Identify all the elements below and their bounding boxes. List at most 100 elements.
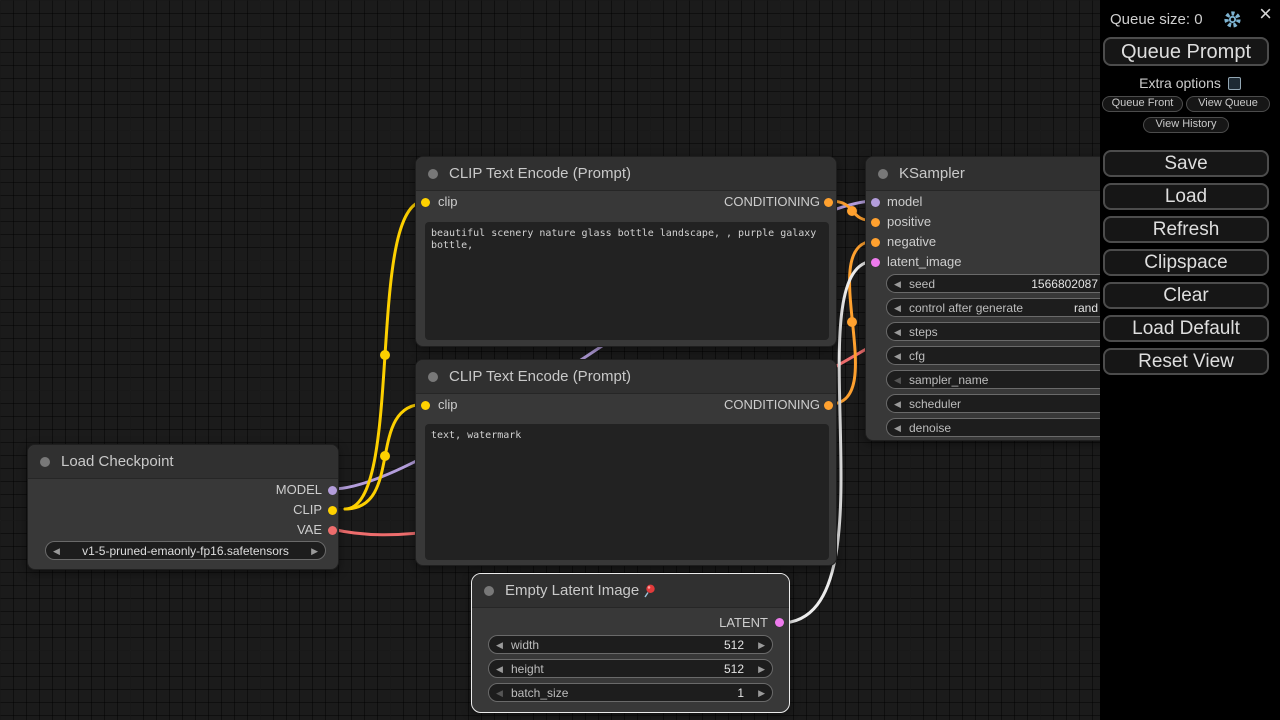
cfg-widget[interactable]: ◀ cfg — [886, 346, 1136, 365]
decrement-icon[interactable]: ◀ — [894, 302, 901, 314]
queue-size-label: Queue size: 0 — [1110, 11, 1203, 28]
node-header[interactable]: CLIP Text Encode (Prompt) — [416, 157, 836, 191]
input-dot-model[interactable] — [871, 198, 880, 207]
collapse-dot-icon[interactable] — [428, 169, 438, 179]
decrement-icon[interactable]: ◀ — [894, 398, 901, 410]
control-after-generate-widget[interactable]: ◀ control after generate rand — [886, 298, 1136, 317]
queue-front-button[interactable]: Queue Front — [1102, 96, 1183, 112]
link-midpoint-dot — [847, 206, 857, 216]
increment-icon[interactable]: ▶ — [758, 687, 765, 699]
input-label-clip: clip — [438, 397, 458, 413]
control-after-generate-value: rand — [1074, 301, 1098, 315]
prompt-textarea[interactable]: beautiful scenery nature glass bottle la… — [425, 222, 829, 340]
input-label-clip: clip — [438, 194, 458, 210]
input-dot-latent-image[interactable] — [871, 258, 880, 267]
link-clip-2 — [345, 404, 425, 509]
output-label-vae: VAE — [297, 522, 322, 538]
batch-size-widget[interactable]: ◀ batch_size 1 ▶ — [488, 683, 773, 702]
load-default-button[interactable]: Load Default — [1103, 315, 1269, 342]
clipspace-button[interactable]: Clipspace — [1103, 249, 1269, 276]
increment-icon[interactable]: ▶ — [758, 663, 765, 675]
output-label-latent: LATENT — [719, 615, 768, 631]
output-label-clip: CLIP — [293, 502, 322, 518]
node-load-checkpoint[interactable]: Load Checkpoint MODEL CLIP VAE ◀ v1-5-pr… — [27, 444, 339, 570]
output-dot-vae[interactable] — [328, 526, 337, 535]
ckpt-name-widget[interactable]: ◀ v1-5-pruned-emaonly-fp16.safetensors ▶ — [45, 541, 326, 560]
input-dot-negative[interactable] — [871, 238, 880, 247]
input-dot-positive[interactable] — [871, 218, 880, 227]
node-ksampler[interactable]: KSampler model positive negative latent_… — [865, 156, 1135, 441]
output-dot-conditioning[interactable] — [824, 401, 833, 410]
link-midpoint-dot — [380, 451, 390, 461]
input-label-latent-image: latent_image — [887, 254, 961, 270]
comfy-menu: Queue size: 0 × Queue Prompt Extra optio… — [1100, 0, 1280, 720]
input-dot-clip[interactable] — [421, 198, 430, 207]
sampler-name-widget[interactable]: ◀ sampler_name — [886, 370, 1136, 389]
node-header[interactable]: Empty Latent Image — [472, 574, 789, 608]
decrement-icon[interactable]: ◀ — [894, 422, 901, 434]
output-dot-conditioning[interactable] — [824, 198, 833, 207]
output-label-conditioning: CONDITIONING — [724, 397, 820, 413]
decrement-icon[interactable]: ◀ — [894, 278, 901, 290]
link-clip-1 — [345, 201, 425, 509]
collapse-dot-icon[interactable] — [484, 586, 494, 596]
node-title: KSampler — [899, 165, 965, 182]
collapse-dot-icon[interactable] — [40, 457, 50, 467]
node-graph-canvas[interactable]: Load Checkpoint MODEL CLIP VAE ◀ v1-5-pr… — [0, 0, 1280, 720]
increment-icon[interactable]: ▶ — [758, 639, 765, 651]
seed-value: 1566802087 — [1031, 277, 1098, 291]
input-label-positive: positive — [887, 214, 931, 230]
save-button[interactable]: Save — [1103, 150, 1269, 177]
steps-widget[interactable]: ◀ steps — [886, 322, 1136, 341]
output-label-conditioning: CONDITIONING — [724, 194, 820, 210]
close-icon[interactable]: × — [1259, 3, 1272, 25]
input-label-negative: negative — [887, 234, 936, 250]
decrement-icon[interactable]: ◀ — [496, 663, 503, 675]
node-title: Load Checkpoint — [61, 453, 174, 470]
refresh-button[interactable]: Refresh — [1103, 216, 1269, 243]
node-title: CLIP Text Encode (Prompt) — [449, 165, 631, 182]
scheduler-widget[interactable]: ◀ scheduler — [886, 394, 1136, 413]
clear-button[interactable]: Clear — [1103, 282, 1269, 309]
decrement-icon[interactable]: ◀ — [53, 545, 60, 557]
node-clip-text-encode-positive[interactable]: CLIP Text Encode (Prompt) clip CONDITION… — [415, 156, 837, 347]
reset-view-button[interactable]: Reset View — [1103, 348, 1269, 375]
width-widget[interactable]: ◀ width 512 ▶ — [488, 635, 773, 654]
node-title: CLIP Text Encode (Prompt) — [449, 368, 631, 385]
link-midpoint-dot — [380, 350, 390, 360]
gear-icon[interactable] — [1223, 10, 1242, 34]
view-history-button[interactable]: View History — [1143, 117, 1229, 133]
collapse-dot-icon[interactable] — [428, 372, 438, 382]
collapse-dot-icon[interactable] — [878, 169, 888, 179]
input-label-model: model — [887, 194, 922, 210]
height-widget[interactable]: ◀ height 512 ▶ — [488, 659, 773, 678]
view-queue-button[interactable]: View Queue — [1186, 96, 1270, 112]
extra-options-label: Extra options — [1139, 75, 1221, 91]
node-title: Empty Latent Image — [505, 582, 639, 599]
node-header[interactable]: KSampler — [866, 157, 1134, 191]
node-header[interactable]: CLIP Text Encode (Prompt) — [416, 360, 836, 394]
decrement-icon[interactable]: ◀ — [894, 326, 901, 338]
output-label-model: MODEL — [276, 482, 322, 498]
node-empty-latent-image[interactable]: Empty Latent Image LATENT ◀ width 512 ▶ … — [471, 573, 790, 713]
decrement-icon[interactable]: ◀ — [496, 687, 503, 699]
ckpt-name-value: v1-5-pruned-emaonly-fp16.safetensors — [66, 544, 305, 558]
queue-prompt-button[interactable]: Queue Prompt — [1103, 37, 1269, 66]
seed-widget[interactable]: ◀ seed 1566802087 — [886, 274, 1136, 293]
pushpin-icon — [642, 583, 657, 598]
node-clip-text-encode-negative[interactable]: CLIP Text Encode (Prompt) clip CONDITION… — [415, 359, 837, 566]
increment-icon[interactable]: ▶ — [311, 545, 318, 557]
input-dot-clip[interactable] — [421, 401, 430, 410]
decrement-icon[interactable]: ◀ — [894, 350, 901, 362]
output-dot-latent[interactable] — [775, 618, 784, 627]
decrement-icon[interactable]: ◀ — [894, 374, 901, 386]
prompt-textarea[interactable]: text, watermark — [425, 424, 829, 560]
height-value: 512 — [724, 662, 744, 676]
node-header[interactable]: Load Checkpoint — [28, 445, 338, 479]
output-dot-model[interactable] — [328, 486, 337, 495]
denoise-widget[interactable]: ◀ denoise — [886, 418, 1136, 437]
decrement-icon[interactable]: ◀ — [496, 639, 503, 651]
output-dot-clip[interactable] — [328, 506, 337, 515]
load-button[interactable]: Load — [1103, 183, 1269, 210]
extra-options-checkbox[interactable] — [1228, 77, 1241, 90]
